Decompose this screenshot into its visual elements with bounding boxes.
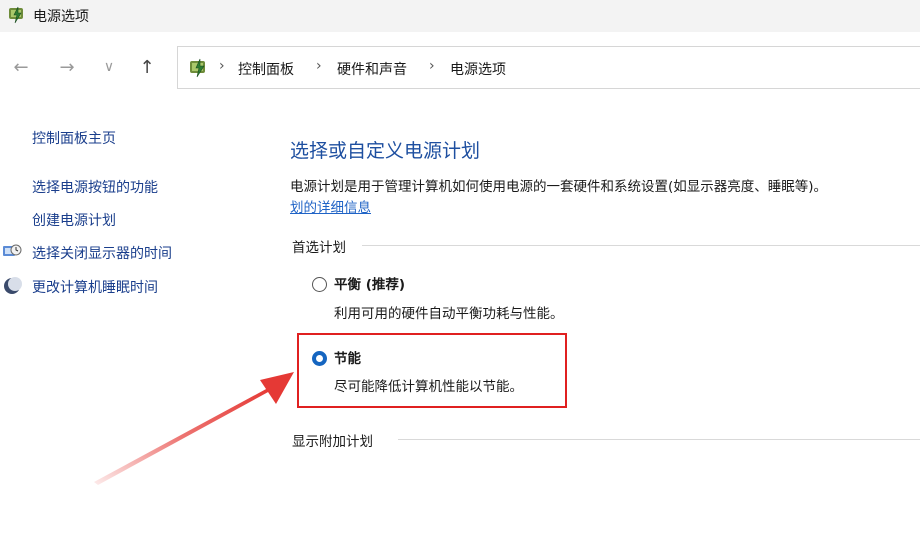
sidebar-item-display-off[interactable]: 选择关闭显示器的时间 xyxy=(32,243,172,263)
power-options-icon xyxy=(9,6,23,24)
page-description: 电源计划是用于管理计算机如何使用电源的一套硬件和系统设置(如显示器亮度、睡眠等)… xyxy=(290,179,828,195)
balanced-plan-name[interactable]: 平衡 (推荐) xyxy=(334,273,405,293)
divider xyxy=(362,245,920,246)
annotation-arrow xyxy=(94,372,294,485)
display-clock-icon xyxy=(3,244,22,256)
chevron-down-icon: ∨ xyxy=(103,59,115,75)
arrow-right-icon: → xyxy=(59,56,75,78)
balanced-plan-radio[interactable] xyxy=(312,277,327,292)
divider xyxy=(398,439,920,440)
navigation-bar: ← → ∨ ↑ › 控制面板 › 硬件和声音 › 电源选项 xyxy=(0,32,920,102)
forward-button[interactable]: → xyxy=(54,54,80,80)
breadcrumb-power-options[interactable]: 电源选项 xyxy=(450,59,506,79)
recent-locations-button[interactable]: ∨ xyxy=(96,54,122,80)
address-bar[interactable]: › 控制面板 › 硬件和声音 › 电源选项 xyxy=(177,46,920,89)
sidebar-item-sleep-time[interactable]: 更改计算机睡眠时间 xyxy=(32,277,158,297)
more-info-link[interactable]: 划的详细信息 xyxy=(290,196,371,216)
highlight-box xyxy=(297,333,567,408)
arrow-up-icon: ↑ xyxy=(139,56,155,78)
breadcrumb-separator: › xyxy=(429,58,435,74)
control-panel-icon xyxy=(190,58,205,78)
balanced-plan-description: 利用可用的硬件自动平衡功耗与性能。 xyxy=(334,306,564,322)
sidebar-item-power-button[interactable]: 选择电源按钮的功能 xyxy=(32,177,158,197)
page-title: 选择或自定义电源计划 xyxy=(290,140,481,162)
breadcrumb-separator: › xyxy=(219,58,225,74)
back-button[interactable]: ← xyxy=(8,54,34,80)
breadcrumb-separator: › xyxy=(316,58,322,74)
sidebar-item-control-panel-home[interactable]: 控制面板主页 xyxy=(32,128,116,148)
moon-sleep-icon xyxy=(4,277,22,294)
arrow-left-icon: ← xyxy=(13,56,29,78)
window-title: 电源选项 xyxy=(33,9,89,25)
preferred-plans-label: 首选计划 xyxy=(292,240,346,256)
sidebar-item-create-plan[interactable]: 创建电源计划 xyxy=(32,210,116,230)
up-button[interactable]: ↑ xyxy=(134,54,160,80)
title-bar: 电源选项 xyxy=(0,0,920,32)
breadcrumb-control-panel[interactable]: 控制面板 xyxy=(238,59,294,79)
breadcrumb-hardware-sound[interactable]: 硬件和声音 xyxy=(337,59,407,79)
